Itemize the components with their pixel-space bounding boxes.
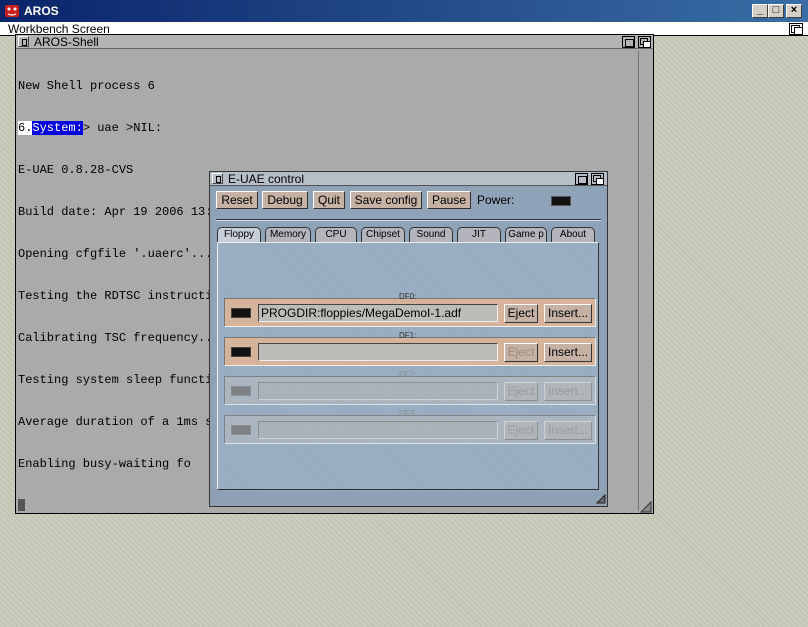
- zoom-gadget-icon[interactable]: [575, 173, 588, 185]
- console-line: New Shell process 6: [18, 79, 155, 93]
- drive-df1: DF1: Eject Insert...: [224, 332, 596, 366]
- zoom-gadget-icon[interactable]: [622, 36, 635, 48]
- drive-led-indicator: [231, 425, 251, 435]
- close-gadget-icon[interactable]: [18, 36, 29, 47]
- drive-df3: DF3: Eject Insert...: [224, 410, 596, 444]
- minimize-button[interactable]: _: [752, 4, 768, 18]
- separator: [216, 219, 601, 221]
- tab-jit[interactable]: JIT: [457, 227, 501, 242]
- prompt-number: 6.: [18, 121, 33, 135]
- shell-window-title: AROS-Shell: [34, 35, 99, 49]
- insert-button: Insert...: [544, 382, 592, 401]
- euae-bottom-bar: [213, 492, 604, 506]
- tab-memory[interactable]: Memory: [265, 227, 311, 242]
- shell-titlebar[interactable]: AROS-Shell: [16, 35, 653, 49]
- drive-path-field: [258, 421, 498, 439]
- euae-content: Reset Debug Quit Save config Pause Power…: [213, 188, 604, 492]
- drive-df0: DF0: PROGDIR:floppies/MegaDemoI-1.adf Ej…: [224, 293, 596, 327]
- drive-label: DF3:: [399, 409, 417, 418]
- maximize-button[interactable]: □: [768, 4, 784, 18]
- drive-path-field: [258, 382, 498, 400]
- resize-grip-icon[interactable]: [596, 494, 606, 504]
- eject-button: Eject: [504, 421, 538, 440]
- euae-control-window[interactable]: E-UAE control Reset Debug Quit Save conf…: [209, 171, 608, 507]
- drive-led-indicator: [231, 308, 251, 318]
- tab-cpu[interactable]: CPU: [315, 227, 357, 242]
- reset-button[interactable]: Reset: [216, 191, 258, 209]
- quit-button[interactable]: Quit: [313, 191, 345, 209]
- floppy-panel: DF0: PROGDIR:floppies/MegaDemoI-1.adf Ej…: [217, 242, 599, 490]
- power-led-indicator: [551, 196, 571, 206]
- close-button[interactable]: ×: [786, 4, 802, 18]
- close-gadget-icon[interactable]: [212, 173, 223, 184]
- insert-button[interactable]: Insert...: [544, 343, 592, 362]
- debug-button[interactable]: Debug: [262, 191, 308, 209]
- drive-led-indicator: [231, 386, 251, 396]
- prompt-command: > uae >NIL:: [82, 121, 163, 135]
- tab-about[interactable]: About: [551, 227, 595, 242]
- tab-sound[interactable]: Sound: [409, 227, 453, 242]
- insert-button[interactable]: Insert...: [544, 304, 592, 323]
- text-cursor: [18, 499, 25, 511]
- drive-label: DF2:: [399, 370, 417, 379]
- eject-button: Eject: [504, 382, 538, 401]
- drive-label: DF1:: [399, 331, 417, 340]
- eject-button[interactable]: Eject: [504, 304, 538, 323]
- pause-button[interactable]: Pause: [427, 191, 471, 209]
- resize-grip-icon[interactable]: [640, 501, 652, 513]
- aros-cat-icon: [5, 5, 19, 17]
- drive-path-field[interactable]: PROGDIR:floppies/MegaDemoI-1.adf: [258, 304, 498, 322]
- console-prompt-line: 6.System:> uae >NIL:: [18, 121, 638, 135]
- tab-chipset[interactable]: Chipset: [361, 227, 405, 242]
- tab-game-port[interactable]: Game p: [505, 227, 547, 242]
- insert-button: Insert...: [544, 421, 592, 440]
- euae-titlebar[interactable]: E-UAE control: [210, 172, 607, 186]
- prompt-path: System:: [32, 121, 83, 135]
- save-config-button[interactable]: Save config: [350, 191, 422, 209]
- depth-gadget-icon[interactable]: [591, 173, 604, 185]
- host-window-title: AROS: [24, 4, 59, 18]
- power-label: Power:: [477, 193, 515, 207]
- host-titlebar[interactable]: AROS _ □ ×: [0, 0, 808, 22]
- depth-gadget-icon[interactable]: [638, 36, 651, 48]
- shell-scrollbar[interactable]: [638, 51, 653, 511]
- tab-floppy[interactable]: Floppy: [217, 227, 261, 243]
- drive-path-field[interactable]: [258, 343, 498, 361]
- drive-label: DF0:: [399, 292, 417, 301]
- drive-led-indicator: [231, 347, 251, 357]
- eject-button[interactable]: Eject: [504, 343, 538, 362]
- drive-df2: DF2: Eject Insert...: [224, 371, 596, 405]
- euae-window-title: E-UAE control: [228, 172, 305, 186]
- screen-depth-icon[interactable]: [789, 23, 803, 35]
